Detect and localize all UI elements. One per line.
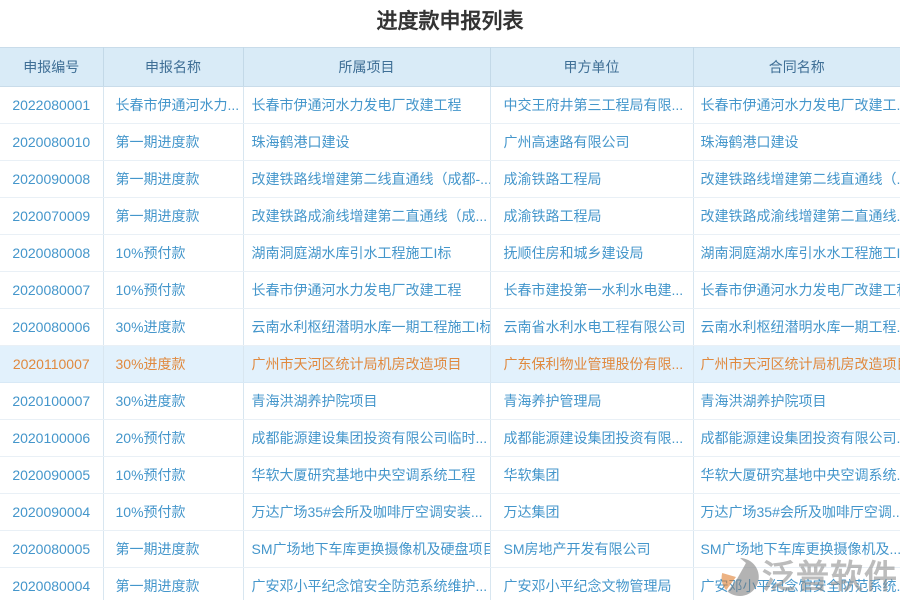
table-row[interactable]: 202011000730%进度款广州市天河区统计局机房改造项目广东保利物业管理股… <box>0 346 900 383</box>
table-cell: 30%进度款 <box>103 346 243 383</box>
column-header: 申报名称 <box>103 48 243 87</box>
table-cell: SM广场地下车库更换摄像机及... <box>693 531 900 568</box>
table-cell: 云南水利枢纽潜明水库一期工程施工I标 <box>243 309 490 346</box>
table-cell: 广安邓小平纪念馆安全防范系统... <box>693 568 900 600</box>
table-cell: 华软大厦研究基地中央空调系统工程 <box>243 457 490 494</box>
table-cell: 长春市建投第一水利水电建... <box>490 272 693 309</box>
table-row[interactable]: 2020090008第一期进度款改建铁路线增建第二线直通线（成都-...成渝铁路… <box>0 161 900 198</box>
table-cell: 成都能源建设集团投资有限公司临时... <box>243 420 490 457</box>
table-cell: 2020090008 <box>0 161 103 198</box>
table-cell: 2020070009 <box>0 198 103 235</box>
table-row[interactable]: 202008000630%进度款云南水利枢纽潜明水库一期工程施工I标云南省水利水… <box>0 309 900 346</box>
table-cell: 10%预付款 <box>103 457 243 494</box>
table-cell: 10%预付款 <box>103 235 243 272</box>
table-row[interactable]: 2020070009第一期进度款改建铁路成渝线增建第二直通线（成...成渝铁路工… <box>0 198 900 235</box>
table-row[interactable]: 2020080004第一期进度款广安邓小平纪念馆安全防范系统维护...广安邓小平… <box>0 568 900 600</box>
table-row[interactable]: 202010000620%预付款成都能源建设集团投资有限公司临时...成都能源建… <box>0 420 900 457</box>
column-header: 申报编号 <box>0 48 103 87</box>
table-cell: 万达广场35#会所及咖啡厅空调... <box>693 494 900 531</box>
table-cell: 广东保利物业管理股份有限... <box>490 346 693 383</box>
table-cell: 长春市伊通河水力发电厂改建工程 <box>243 272 490 309</box>
table-cell: 2020080010 <box>0 124 103 161</box>
column-header: 所属项目 <box>243 48 490 87</box>
table-cell: 华软集团 <box>490 457 693 494</box>
table-cell: 青海洪湖养护院项目 <box>243 383 490 420</box>
table-cell: 2020110007 <box>0 346 103 383</box>
table-cell: 湖南洞庭湖水库引水工程施工I标 <box>243 235 490 272</box>
table-cell: 2020100007 <box>0 383 103 420</box>
table-row[interactable]: 2022080001长春市伊通河水力...长春市伊通河水力发电厂改建工程中交王府… <box>0 87 900 124</box>
table-cell: 长春市伊通河水力发电厂改建工... <box>693 87 900 124</box>
table-cell: 第一期进度款 <box>103 531 243 568</box>
table-cell: 珠海鹤港口建设 <box>243 124 490 161</box>
table-row[interactable]: 202008000710%预付款长春市伊通河水力发电厂改建工程长春市建投第一水利… <box>0 272 900 309</box>
table-cell: 长春市伊通河水力... <box>103 87 243 124</box>
table-cell: 湖南洞庭湖水库引水水工程施工I标 <box>693 235 900 272</box>
table-cell: 30%进度款 <box>103 383 243 420</box>
table-cell: SM房地产开发有限公司 <box>490 531 693 568</box>
table-cell: 改建铁路成渝线增建第二直通线... <box>693 198 900 235</box>
table-cell: 珠海鹤港口建设 <box>693 124 900 161</box>
table-cell: 2020090005 <box>0 457 103 494</box>
progress-payment-table: 申报编号申报名称所属项目甲方单位合同名称 2022080001长春市伊通河水力.… <box>0 47 900 600</box>
table-cell: 成渝铁路工程局 <box>490 198 693 235</box>
table-row[interactable]: 202009000510%预付款华软大厦研究基地中央空调系统工程华软集团华软大厦… <box>0 457 900 494</box>
table-cell: 青海洪湖养护院项目 <box>693 383 900 420</box>
column-header: 甲方单位 <box>490 48 693 87</box>
table-cell: 广州市天河区统计局机房改造项目 <box>693 346 900 383</box>
table-cell: 2020100006 <box>0 420 103 457</box>
progress-payment-list-page: 进度款申报列表 申报编号申报名称所属项目甲方单位合同名称 2022080001长… <box>0 0 900 600</box>
table-header-row: 申报编号申报名称所属项目甲方单位合同名称 <box>0 48 900 87</box>
table-cell: 广安邓小平纪念文物管理局 <box>490 568 693 600</box>
table-row[interactable]: 202010000730%进度款青海洪湖养护院项目青海养护管理局青海洪湖养护院项… <box>0 383 900 420</box>
table-cell: 改建铁路线增建第二线直通线（... <box>693 161 900 198</box>
table-cell: 抚顺住房和城乡建设局 <box>490 235 693 272</box>
table-cell: 2020080008 <box>0 235 103 272</box>
table-cell: 长春市伊通河水力发电厂改建工程 <box>243 87 490 124</box>
table-cell: 2020080004 <box>0 568 103 600</box>
table-cell: 20%预付款 <box>103 420 243 457</box>
table-cell: 广安邓小平纪念馆安全防范系统维护... <box>243 568 490 600</box>
page-title: 进度款申报列表 <box>0 0 900 47</box>
table-cell: 万达集团 <box>490 494 693 531</box>
table-cell: 10%预付款 <box>103 494 243 531</box>
column-header: 合同名称 <box>693 48 900 87</box>
table-cell: 万达广场35#会所及咖啡厅空调安装... <box>243 494 490 531</box>
table-cell: 长春市伊通河水力发电厂改建工程 <box>693 272 900 309</box>
table-cell: 30%进度款 <box>103 309 243 346</box>
table-cell: 2020080006 <box>0 309 103 346</box>
table-cell: 第一期进度款 <box>103 161 243 198</box>
table-cell: 2022080001 <box>0 87 103 124</box>
table-cell: 成渝铁路工程局 <box>490 161 693 198</box>
table-cell: 第一期进度款 <box>103 568 243 600</box>
table-cell: 2020080007 <box>0 272 103 309</box>
table-cell: 10%预付款 <box>103 272 243 309</box>
table-row[interactable]: 2020080005第一期进度款SM广场地下车库更换摄像机及硬盘项目SM房地产开… <box>0 531 900 568</box>
table-cell: 第一期进度款 <box>103 198 243 235</box>
table-row[interactable]: 202009000410%预付款万达广场35#会所及咖啡厅空调安装...万达集团… <box>0 494 900 531</box>
table-cell: 云南水利枢纽潜明水库一期工程... <box>693 309 900 346</box>
table-cell: 云南省水利水电工程有限公司 <box>490 309 693 346</box>
table-cell: 成都能源建设集团投资有限... <box>490 420 693 457</box>
table-cell: 第一期进度款 <box>103 124 243 161</box>
table-row[interactable]: 202008000810%预付款湖南洞庭湖水库引水工程施工I标抚顺住房和城乡建设… <box>0 235 900 272</box>
table-body: 2022080001长春市伊通河水力...长春市伊通河水力发电厂改建工程中交王府… <box>0 87 900 600</box>
table-row[interactable]: 2020080010第一期进度款珠海鹤港口建设广州高速路有限公司珠海鹤港口建设 <box>0 124 900 161</box>
table-cell: 青海养护管理局 <box>490 383 693 420</box>
table-cell: 改建铁路线增建第二线直通线（成都-... <box>243 161 490 198</box>
table-cell: 2020080005 <box>0 531 103 568</box>
table-cell: 广州市天河区统计局机房改造项目 <box>243 346 490 383</box>
table-cell: 华软大厦研究基地中央空调系统... <box>693 457 900 494</box>
table-cell: 广州高速路有限公司 <box>490 124 693 161</box>
table-cell: 2020090004 <box>0 494 103 531</box>
table-cell: 成都能源建设集团投资有限公司... <box>693 420 900 457</box>
table-cell: SM广场地下车库更换摄像机及硬盘项目 <box>243 531 490 568</box>
table-cell: 改建铁路成渝线增建第二直通线（成... <box>243 198 490 235</box>
table-cell: 中交王府井第三工程局有限... <box>490 87 693 124</box>
